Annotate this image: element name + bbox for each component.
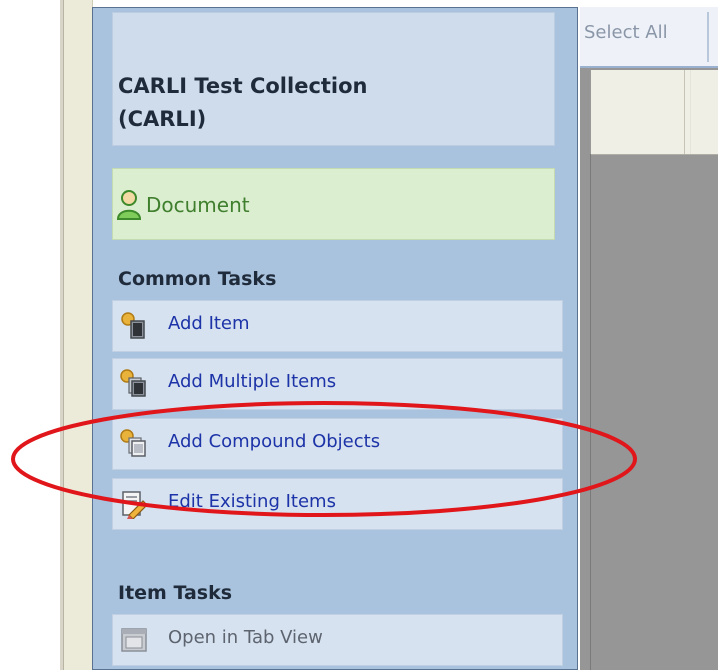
task-label[interactable]: Add Compound Objects [168,431,380,452]
splitter[interactable] [64,0,93,670]
task-label[interactable]: Open in Tab View [168,627,323,648]
document-type-label: Document [146,193,250,217]
task-add-compound-objects[interactable]: Add Compound Objects [112,418,563,470]
grid-header [590,70,718,154]
task-edit-existing-items[interactable]: Edit Existing Items [112,478,563,530]
document-user-icon [116,190,142,220]
add-multiple-items-icon [120,369,146,397]
task-open-in-tab-view[interactable]: Open in Tab View [112,614,563,666]
content-border [590,154,591,670]
grid-column-divider[interactable] [684,70,685,154]
left-margin [0,0,62,670]
collection-title: CARLI Test Collection (CARLI) [118,74,368,131]
add-item-icon [121,312,145,339]
item-tasks-heading: Item Tasks [118,582,233,604]
task-add-item[interactable]: Add Item [112,300,563,352]
task-label[interactable]: Edit Existing Items [168,491,336,512]
grid-column-divider [690,70,691,154]
toolbar-divider [707,12,709,62]
edit-existing-items-icon [122,491,148,519]
task-add-multiple-items[interactable]: Add Multiple Items [112,358,563,410]
add-compound-objects-icon [120,429,146,457]
task-label[interactable]: Add Item [168,313,250,334]
select-all-button[interactable]: Select All [584,22,668,43]
task-label[interactable]: Add Multiple Items [168,371,336,392]
tab-view-icon [121,628,147,652]
common-tasks-heading: Common Tasks [118,268,277,290]
grid-header-border [590,154,718,155]
